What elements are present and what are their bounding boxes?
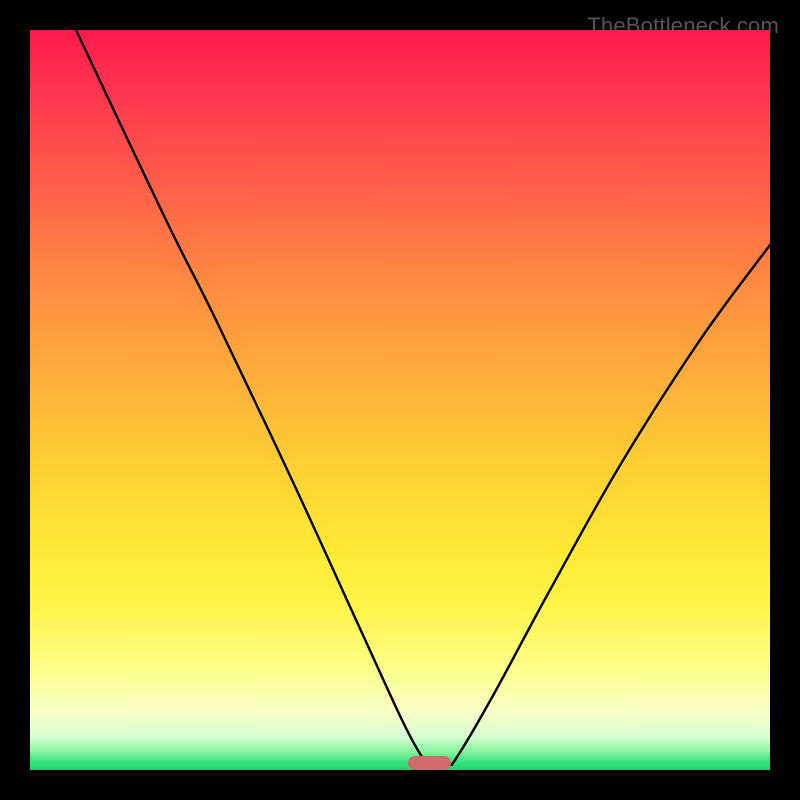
curve-path — [76, 30, 770, 765]
chart-frame: TheBottleneck.com — [15, 15, 785, 785]
plot-area — [30, 30, 770, 770]
bottleneck-curve — [30, 30, 770, 770]
optimum-marker — [408, 756, 451, 770]
